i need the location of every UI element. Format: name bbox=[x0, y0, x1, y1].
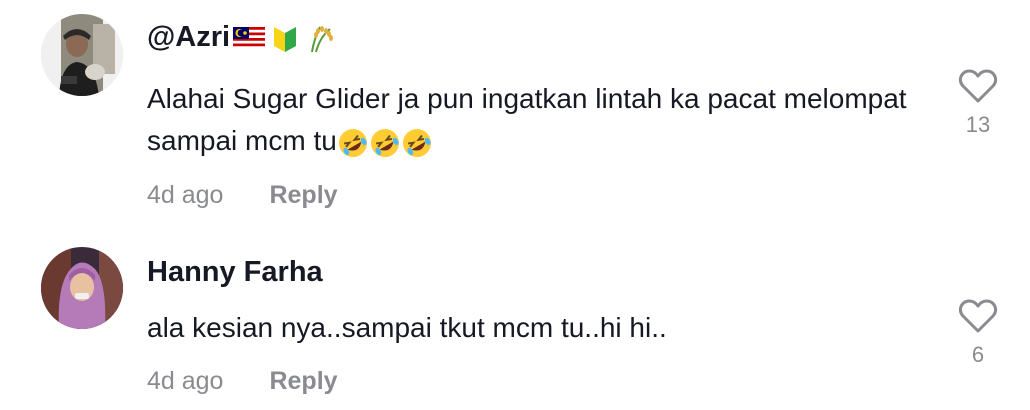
comment-emojis bbox=[337, 127, 433, 159]
beginner-symbol-icon bbox=[268, 23, 302, 53]
rolling-laughing-icon bbox=[369, 127, 401, 159]
avatar[interactable] bbox=[41, 14, 123, 96]
like-count: 13 bbox=[965, 112, 991, 137]
reply-button[interactable]: Reply bbox=[269, 367, 337, 395]
comment-timestamp: 4d ago bbox=[147, 367, 224, 395]
username-text: @Azri bbox=[147, 21, 231, 53]
heart-icon[interactable] bbox=[958, 68, 998, 104]
comment-text: ala kesian nya..sampai tkut mcm tu..hi h… bbox=[147, 307, 907, 349]
heart-icon[interactable] bbox=[958, 298, 998, 334]
comment-text-content: ala kesian nya..sampai tkut mcm tu..hi h… bbox=[147, 312, 667, 343]
reply-button[interactable]: Reply bbox=[269, 181, 337, 209]
comment-text-content: Alahai Sugar Glider ja pun ingatkan lint… bbox=[147, 83, 907, 156]
like-control: 6 bbox=[950, 298, 1006, 368]
rice-sheaf-icon bbox=[304, 23, 338, 53]
username-text: Hanny Farha bbox=[147, 256, 323, 288]
username-badges bbox=[232, 23, 338, 53]
malaysia-flag-icon bbox=[232, 23, 266, 53]
avatar-image bbox=[41, 14, 123, 96]
comment-meta: 4d ago Reply bbox=[147, 181, 338, 210]
comment-text: Alahai Sugar Glider ja pun ingatkan lint… bbox=[147, 78, 907, 162]
like-control: 13 bbox=[950, 68, 1006, 138]
comment-meta: 4d ago Reply bbox=[147, 367, 338, 396]
rolling-laughing-icon bbox=[337, 127, 369, 159]
rolling-laughing-icon bbox=[401, 127, 433, 159]
comment-username[interactable]: Hanny Farha bbox=[147, 256, 323, 289]
avatar-image bbox=[41, 247, 123, 329]
avatar[interactable] bbox=[41, 247, 123, 329]
like-count: 6 bbox=[971, 342, 985, 367]
comment-timestamp: 4d ago bbox=[147, 181, 224, 209]
comment-username[interactable]: @Azri bbox=[147, 21, 338, 54]
